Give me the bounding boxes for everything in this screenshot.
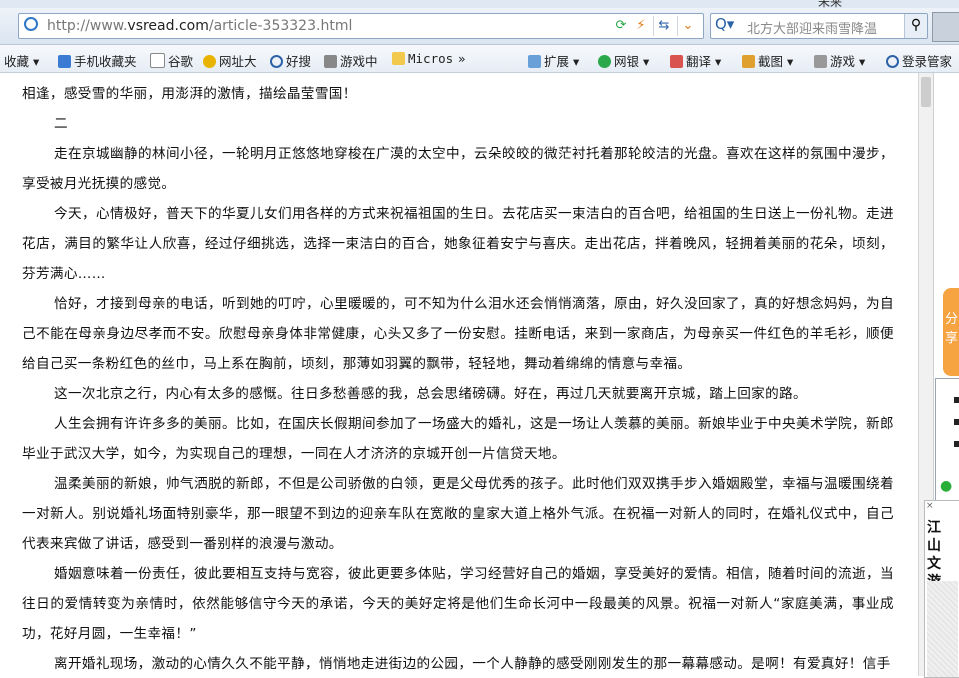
url-text[interactable]: http://www.vsread.com/article-353323.htm… <box>47 18 352 34</box>
title-strip: 未来 <box>0 0 959 9</box>
fav-label: 网址大 <box>219 54 257 69</box>
tool-screenshot[interactable]: 截图 ▾ <box>742 51 793 70</box>
url-prefix: http://www. <box>47 18 128 34</box>
favorites-bar: 收藏 ▾ 手机收藏夹 谷歌 网址大 好搜 游戏中 Micros » 扩展 ▾ 网… <box>0 45 959 73</box>
search-box[interactable]: Q▾ 北方大部迎来雨雪降温 ⚲ <box>710 13 928 39</box>
paragraph: 相逢，感受雪的华丽，用澎湃的激情，描绘晶莹雪国！ <box>22 86 357 102</box>
search-q-icon <box>270 55 283 68</box>
tool-login[interactable]: 登录管家 <box>886 51 952 70</box>
paragraph: 婚姻意味着一份责任，彼此要相互支持与宽容，彼此更要多体贴，学习经营好自己的婚姻，… <box>22 566 894 642</box>
page-icon <box>150 53 165 68</box>
grid-icon <box>528 55 541 68</box>
folder-icon <box>392 52 405 65</box>
scrollbar-thumb[interactable] <box>921 77 931 107</box>
search-engine-icon[interactable]: Q▾ <box>715 15 734 33</box>
url-domain: vsread.com <box>127 18 209 34</box>
wechat-icon[interactable]: ● <box>940 478 952 494</box>
fav-micros[interactable]: Micros <box>392 51 453 66</box>
phone-icon <box>58 55 71 68</box>
address-field[interactable]: http://www.vsread.com/article-353323.htm… <box>18 13 704 39</box>
paragraph: 离开婚礼现场，激动的心情久久不能平静，悄悄地走进街边的公园，一个人静静的感受刚刚… <box>54 656 891 672</box>
paragraph: 走在京城幽静的林间小径，一轮明月正悠悠地穿梭在广漠的太空中，云朵皎皎的微茫衬托着… <box>22 146 894 192</box>
lightning-icon[interactable]: ⚡ <box>631 16 651 36</box>
tool-translate[interactable]: 翻译 ▾ <box>670 51 721 70</box>
paragraph: 人生会拥有许许多多的美丽。比如，在国庆长假期间参加了一场盛大的婚礼，这是一场让人… <box>22 416 894 462</box>
article-content: 相逢，感受雪的华丽，用澎湃的激情，描绘晶莹雪国！ 二 走在京城幽静的林间小径，一… <box>0 73 918 676</box>
fav-label: 好搜 <box>286 54 312 69</box>
search-input[interactable]: 北方大部迎来雨雪降温 <box>747 18 877 37</box>
fav-collect[interactable]: 收藏 ▾ <box>4 51 39 70</box>
fav-label: 收藏 <box>4 54 30 69</box>
fav-google[interactable]: 谷歌 <box>150 51 193 70</box>
tool-games[interactable]: 游戏 ▾ <box>814 51 865 70</box>
share-text: 分享 <box>945 312 959 346</box>
side-ad[interactable]: × 江山文游 <box>924 500 959 678</box>
fav-label: 游戏中 <box>340 54 378 69</box>
ad-pattern <box>927 581 958 677</box>
ie-icon <box>24 17 38 31</box>
gamepad-icon <box>814 55 827 68</box>
fav-label: 网银 <box>614 54 640 69</box>
paragraph: 恰好，才接到母亲的电话，听到她的叮咛，心里暖暖的，可不知为什么泪水还会悄悄滴落，… <box>22 296 894 372</box>
url-path: /article-353323.html <box>208 18 353 34</box>
fav-haosou[interactable]: 好搜 <box>270 51 311 70</box>
fav-label: Micros <box>408 51 454 66</box>
translate-icon <box>670 55 683 68</box>
qr-block <box>954 397 959 403</box>
address-toolbar: http://www.vsread.com/article-353323.htm… <box>0 8 959 45</box>
share-button[interactable]: 分享 <box>943 288 959 376</box>
gamepad-icon <box>324 55 337 68</box>
fav-hao[interactable]: 网址大 <box>203 51 257 70</box>
fav-label: 扩展 <box>544 54 570 69</box>
close-icon[interactable]: × <box>926 501 934 511</box>
tool-bank[interactable]: 网银 ▾ <box>598 51 649 70</box>
fav-more[interactable]: » <box>458 51 466 66</box>
yen-icon <box>598 55 611 68</box>
search-icon[interactable]: ⚲ <box>904 14 927 38</box>
refresh-icon[interactable]: ⟳ <box>611 16 631 36</box>
chevron-more-icon: » <box>458 51 466 66</box>
fav-mobile[interactable]: 手机收藏夹 <box>58 51 137 70</box>
globe-icon <box>203 55 216 68</box>
back-forward-icon[interactable]: ⇆ <box>653 16 674 36</box>
dropdown-icon[interactable]: ⌄ <box>677 16 698 36</box>
qr-block <box>954 441 959 447</box>
paragraph: 温柔美丽的新娘，帅气洒脱的新郎，不但是公司骄傲的白领，更是父母优秀的孩子。此时他… <box>22 476 894 552</box>
fav-label: 谷歌 <box>168 54 194 69</box>
qr-block <box>954 419 959 425</box>
qr-code <box>935 378 959 518</box>
fav-label: 翻译 <box>686 54 712 69</box>
fav-label: 手机收藏夹 <box>74 54 137 69</box>
paragraph: 这一次北京之行，内心有太多的感慨。往日多愁善感的我，总会思绪磅礴。好在，再过几天… <box>54 386 807 402</box>
scissors-icon <box>742 55 755 68</box>
avatar-icon[interactable] <box>932 12 959 42</box>
fav-label: 登录管家 <box>902 54 953 69</box>
fav-label: 截图 <box>758 54 784 69</box>
fav-game[interactable]: 游戏中 <box>324 51 378 70</box>
tool-extensions[interactable]: 扩展 ▾ <box>528 51 579 70</box>
key-icon <box>886 55 899 68</box>
section-number: 二 <box>54 116 68 132</box>
fav-label: 游戏 <box>830 54 856 69</box>
paragraph: 今天，心情极好，普天下的华夏儿女们用各样的方式来祝福祖国的生日。去花店买一束洁白… <box>22 206 894 282</box>
